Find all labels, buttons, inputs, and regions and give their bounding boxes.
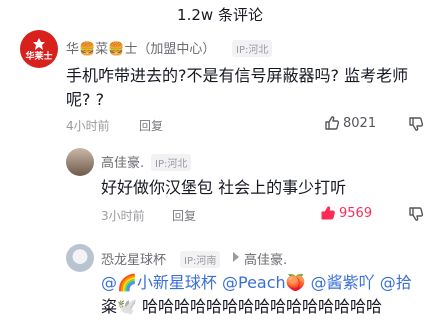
like-count: 9569	[339, 206, 373, 221]
ip-location-badge: IP:河南	[180, 251, 221, 268]
avatar-logo-text: 华莱士	[25, 52, 53, 62]
ip-location-badge: IP:河北	[232, 40, 273, 57]
reply-arrow-icon	[233, 252, 239, 262]
thumb-up-icon[interactable]	[324, 115, 340, 131]
comment-text-line: @🌈小新星球杯 @Peach🍑 @酱紫吖 @拾	[101, 273, 412, 292]
avatar[interactable]: 华莱士	[20, 30, 58, 68]
comment-text-line: 粢🕊️ 哈哈哈哈哈哈哈哈哈哈哈哈哈哈哈	[101, 297, 383, 316]
ip-location-badge: IP:河北	[151, 154, 192, 171]
comment-time: 3小时前	[101, 209, 145, 223]
comment-author[interactable]: 华🍔菜🍔士（加盟中心）	[66, 38, 215, 57]
comment-text-line: 手机咋带进去的?不是有信号屏蔽器吗? 监考老师	[66, 66, 409, 85]
avatar[interactable]	[66, 244, 94, 272]
thumb-down-icon[interactable]	[408, 116, 424, 132]
comments-count-title: 1.2w 条评论	[177, 6, 263, 24]
reply-to-author[interactable]: 高佳豪.	[244, 249, 287, 268]
thumb-down-icon[interactable]	[408, 206, 424, 222]
comment-author[interactable]: 恐龙星球杯	[101, 249, 166, 268]
like-count: 8021	[343, 116, 377, 131]
comment-author[interactable]: 高佳豪.	[101, 152, 144, 171]
comment-text[interactable]: 好好做你汉堡包 社会上的事少打听	[101, 176, 346, 200]
thumb-up-icon[interactable]	[320, 205, 336, 221]
reply-button[interactable]: 回复	[172, 207, 196, 224]
comment-time: 4小时前	[66, 119, 110, 133]
comment-text[interactable]: @🌈小新星球杯 @Peach🍑 @酱紫吖 @拾 粢🕊️ 哈哈哈哈哈哈哈哈哈哈哈哈…	[101, 271, 437, 319]
avatar[interactable]	[66, 148, 94, 176]
comment-text-line: 呢? ?	[66, 90, 105, 109]
comment-text[interactable]: 手机咋带进去的?不是有信号屏蔽器吗? 监考老师 呢? ?	[66, 64, 436, 112]
reply-button[interactable]: 回复	[139, 117, 163, 134]
